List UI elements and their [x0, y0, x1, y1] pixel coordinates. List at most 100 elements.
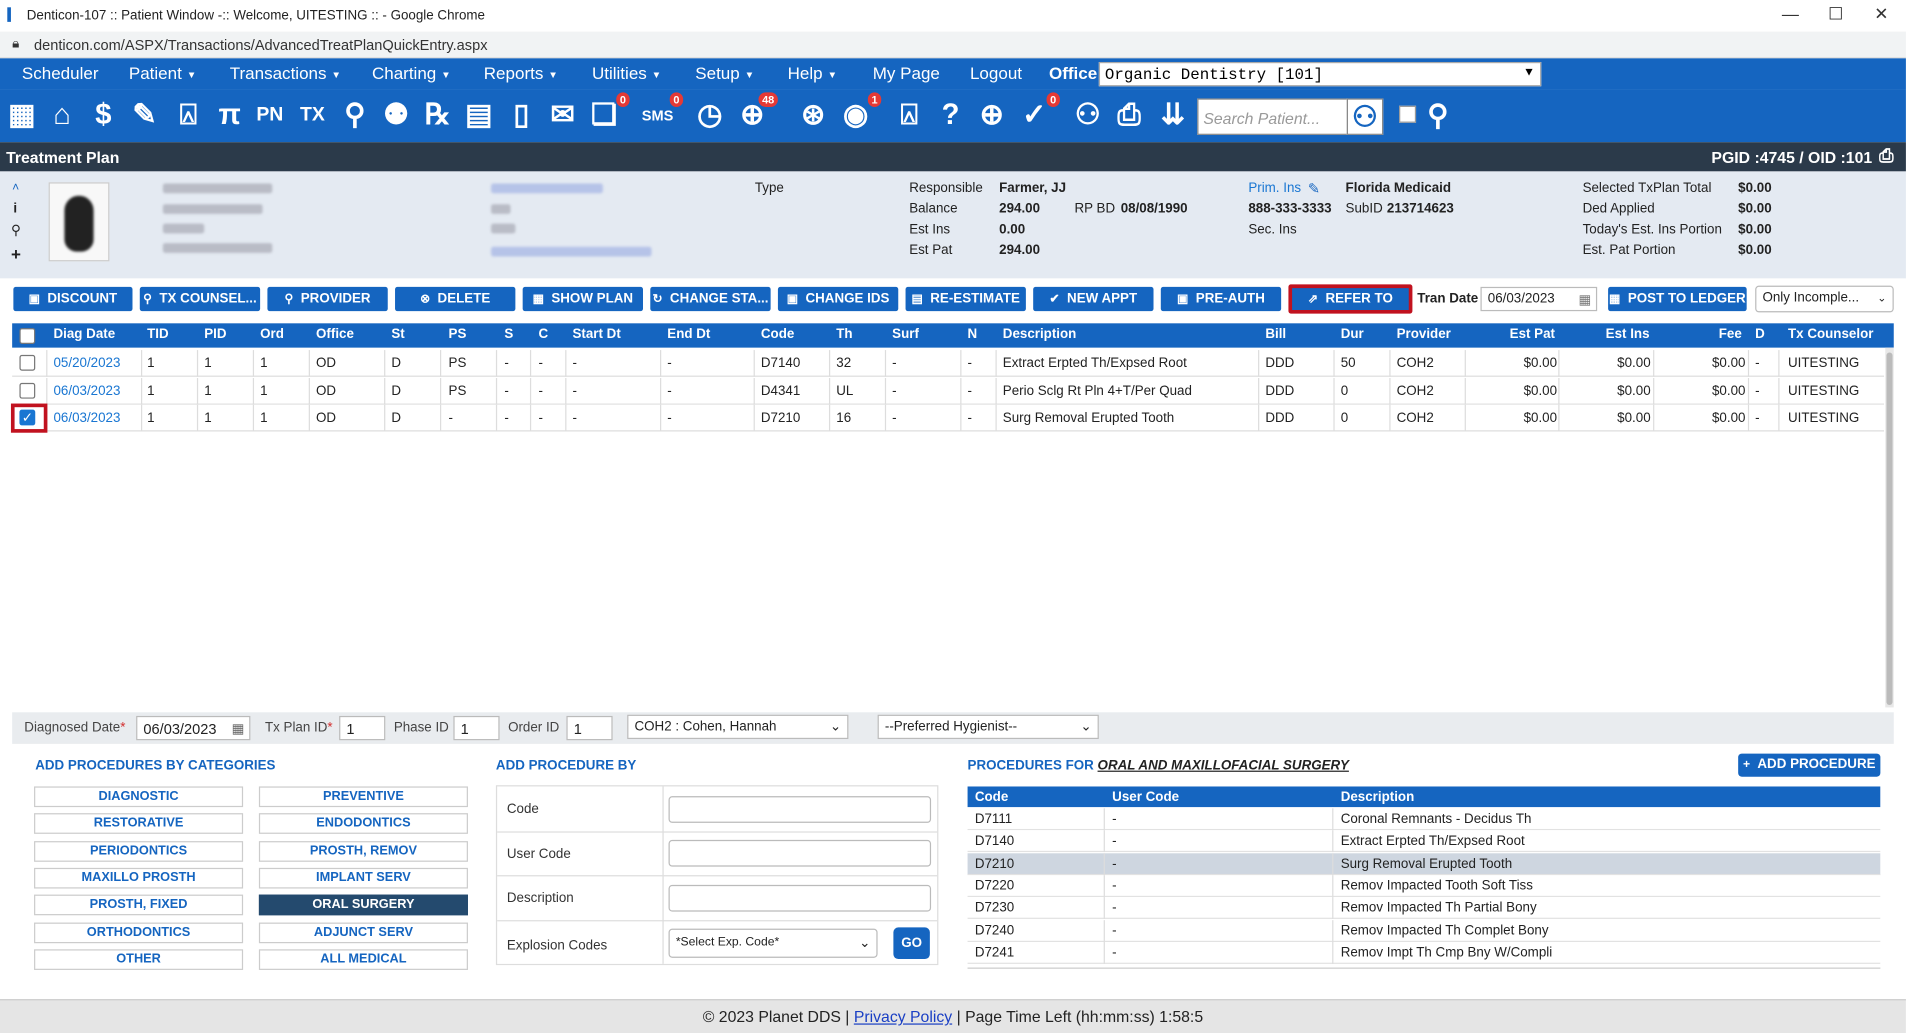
claim-icon[interactable]: ✓ 0 [1016, 92, 1060, 133]
category-oral-surgery[interactable]: ORAL SURGERY [258, 894, 468, 916]
print-icon[interactable]: ⎙ [1111, 97, 1147, 133]
phase-id-input[interactable]: 1 [453, 715, 500, 741]
col-header[interactable]: St [391, 327, 404, 342]
help-tooth-icon[interactable]: ? [932, 97, 968, 133]
document-icon[interactable]: ▯ [503, 97, 539, 133]
col-header[interactable]: PS [449, 327, 467, 342]
status-filter-select[interactable]: Only Incomple... ⌄ [1755, 285, 1894, 313]
home-icon[interactable]: ⌂ [44, 97, 80, 133]
office-select[interactable]: Organic Dentistry [101] ▼ [1098, 61, 1542, 87]
collapse-icon[interactable]: ˄ [12, 181, 19, 194]
hygienist-select[interactable]: --Preferred Hygienist-- ⌄ [877, 714, 1099, 740]
download-icon[interactable]: ⇊ [1155, 97, 1191, 133]
menu-transactions[interactable]: Transactions ▼ [230, 63, 341, 82]
col-header[interactable]: Ord [260, 327, 284, 342]
category-other[interactable]: OTHER [34, 949, 244, 970]
calendar-icon[interactable]: ▦ [4, 97, 40, 133]
grid-cell[interactable]: 05/20/2023 [53, 356, 120, 371]
re-estimate-button[interactable]: ▤ RE-ESTIMATE [905, 286, 1026, 312]
col-header[interactable]: Bill [1265, 327, 1286, 342]
change-ids-button[interactable]: ▣ CHANGE IDS [777, 286, 899, 312]
col-header[interactable]: PID [204, 327, 226, 342]
advanced-search-icon[interactable]: ⚲ [1420, 98, 1456, 134]
tooth-outline-icon[interactable]: ⍓ [891, 97, 927, 133]
col-header[interactable]: Est Pat [1510, 327, 1555, 342]
tooth-chart-icon[interactable]: π [211, 97, 247, 133]
user-code-input[interactable] [668, 839, 932, 867]
add-procedure-button[interactable]: + ADD PROCEDURE [1738, 753, 1881, 777]
pre-auth-button[interactable]: ▣ PRE-AUTH [1160, 286, 1282, 312]
table-row[interactable]: 06/03/2023 1 1 1 OD D PS - - - - D4341 UL - - Perio Scl… [12, 377, 1885, 405]
info-icon[interactable]: i [13, 202, 17, 217]
sms-icon[interactable]: SMS 0 [639, 92, 684, 133]
explosion-code-select[interactable]: *Select Exp. Code* ⌄ [668, 928, 878, 958]
menu-patient[interactable]: Patient ▼ [129, 63, 196, 82]
category-prosth-fixed[interactable]: PROSTH, FIXED [34, 894, 244, 916]
col-header[interactable]: Tx Counselor [1788, 327, 1873, 342]
col-header[interactable]: Dur [1341, 327, 1364, 342]
search-option-checkbox[interactable] [1399, 105, 1417, 123]
category-implant-serv[interactable]: IMPLANT SERV [258, 867, 468, 889]
col-header[interactable]: Fee [1719, 327, 1742, 342]
category-periodontics[interactable]: PERIODONTICS [34, 840, 244, 862]
globe-icon[interactable]: ⊕ 48 [734, 92, 778, 133]
procedure-row[interactable]: D7241 - Remov Impt Th Cmp Bny W/Compli [967, 941, 1881, 964]
menu-help[interactable]: Help ▼ [788, 63, 837, 82]
category-preventive[interactable]: PREVENTIVE [258, 786, 468, 808]
group-icon[interactable]: ⚇ [1070, 97, 1106, 133]
avatar[interactable] [48, 182, 110, 262]
tx-counselor-button[interactable]: ⚲ TX COUNSEL... [139, 286, 261, 312]
clock-icon[interactable]: ◷ [692, 97, 728, 133]
menu-utilities[interactable]: Utilities ▼ [592, 63, 661, 82]
web-icon[interactable]: ⊕ [974, 97, 1010, 133]
close-window-button[interactable]: ✕ [1874, 4, 1888, 25]
print-icon[interactable]: ⎙ [1879, 146, 1894, 167]
procedure-row[interactable]: D7210 - Surg Removal Erupted Tooth [967, 852, 1881, 875]
col-header[interactable]: Description [1003, 327, 1077, 342]
col-header[interactable]: Th [836, 327, 852, 342]
diag-date-input[interactable]: 06/03/2023 ▦ [136, 715, 251, 741]
col-header[interactable]: N [968, 327, 978, 342]
maximize-button[interactable]: ☐ [1828, 4, 1843, 25]
menu-reports[interactable]: Reports ▼ [484, 63, 558, 82]
menu-charting[interactable]: Charting ▼ [372, 63, 451, 82]
menu-setup[interactable]: Setup ▼ [695, 63, 754, 82]
table-row[interactable]: 05/20/2023 1 1 1 OD D PS - - - - D7140 32 - - Extract E… [12, 350, 1885, 377]
category-maxillo-prosth[interactable]: MAXILLO PROSTH [34, 867, 244, 889]
order-id-input[interactable]: 1 [566, 715, 613, 741]
procedure-row[interactable]: D7140 - Extract Erpted Th/Expsed Root [967, 830, 1881, 853]
col-header[interactable]: S [504, 327, 513, 342]
grid-cell[interactable]: 06/03/2023 [53, 383, 120, 398]
row-checkbox[interactable] [19, 354, 36, 371]
support-icon[interactable]: ⊛ [795, 97, 831, 133]
prim-ins-link[interactable]: Prim. Ins [1248, 181, 1301, 196]
tooth-icon[interactable]: ⍓ [170, 97, 206, 133]
tran-date-input[interactable]: 06/03/2023 ▦ [1480, 286, 1598, 312]
post-to-ledger-button[interactable]: ▦ POST TO LEDGER [1608, 286, 1747, 312]
delete-button[interactable]: ⊗ DELETE [395, 286, 516, 312]
description-input[interactable] [668, 884, 932, 912]
privacy-policy-link[interactable]: Privacy Policy [854, 1008, 952, 1026]
table-row[interactable]: ✓ 06/03/2023 1 1 1 OD D - - - - - D7210 16- - Surg Remo… [10, 403, 1885, 433]
dollar-icon[interactable]: $ [85, 97, 121, 133]
grid-cell[interactable]: 06/03/2023 [53, 411, 120, 426]
user-search-icon[interactable]: ⚇ [1346, 98, 1384, 135]
change-status-button[interactable]: ↻ CHANGE STA... [650, 286, 771, 312]
select-all-checkbox[interactable] [19, 328, 36, 344]
col-header[interactable]: Est Ins [1606, 327, 1650, 342]
col-header[interactable]: C [538, 327, 548, 342]
menu-my-page[interactable]: My Page [873, 63, 940, 82]
edit-insurance-icon[interactable]: ✎ [1308, 180, 1320, 197]
col-header[interactable]: Office [316, 327, 354, 342]
address-bar[interactable]: 🔒︎ denticon.com/ASPX/Transactions/Advanc… [0, 31, 1906, 59]
procedure-row[interactable]: D7220 - Remov Impacted Tooth Soft Tiss [967, 875, 1881, 897]
category-all-medical[interactable]: ALL MEDICAL [258, 949, 468, 970]
col-header[interactable]: D [1755, 327, 1765, 342]
notes-icon[interactable]: ▤ [461, 97, 497, 133]
add-icon[interactable]: + [11, 244, 21, 263]
col-header[interactable]: Code [761, 327, 794, 342]
category-endodontics[interactable]: ENDODONTICS [258, 813, 468, 835]
family-add-icon[interactable]: ⚉ [378, 97, 414, 133]
minimize-button[interactable]: — [1782, 4, 1799, 23]
chat-icon[interactable]: ❏ 0 [586, 92, 630, 133]
